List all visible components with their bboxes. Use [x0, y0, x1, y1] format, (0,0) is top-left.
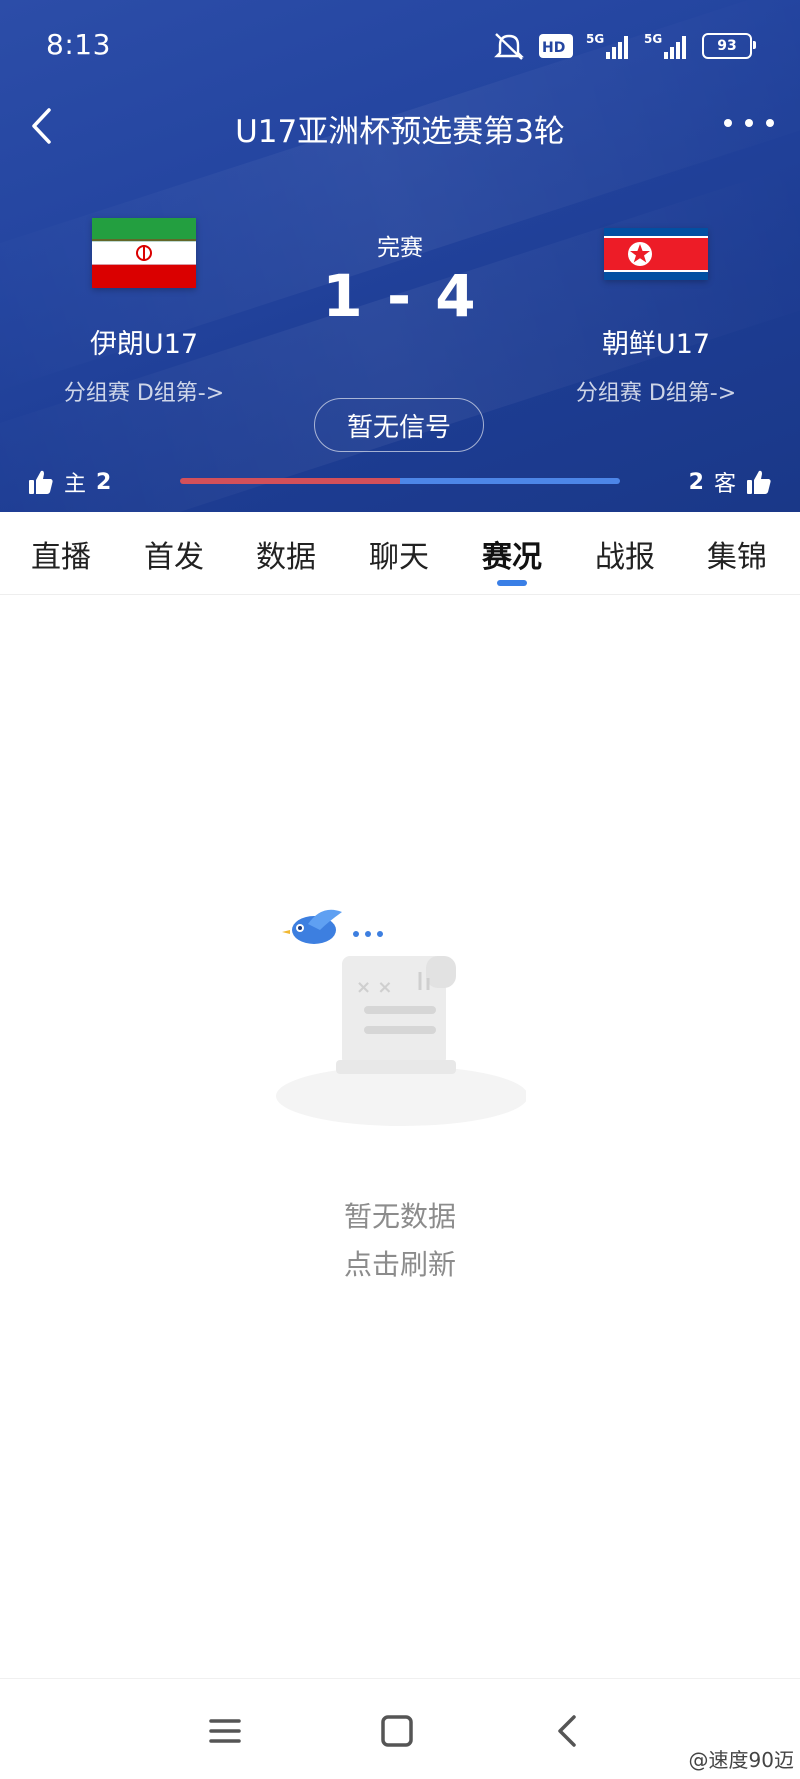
away-vote[interactable]: 2 客 [689, 466, 772, 498]
document-icon: × × [336, 956, 456, 1074]
match-score: 1 - 4 [322, 262, 478, 330]
mute-icon [494, 33, 524, 60]
svg-text:HD: HD [542, 40, 565, 56]
tab-stats[interactable]: 数据 [236, 532, 336, 576]
page-title: U17亚洲杯预选赛第3轮 [235, 114, 565, 150]
empty-state-illustration[interactable]: × × [276, 900, 526, 1130]
home-vote[interactable]: 主 2 [28, 466, 111, 498]
north-korea-flag-icon [604, 228, 708, 280]
tab-lineup[interactable]: 首发 [124, 532, 224, 576]
thumbs-up-icon [29, 470, 53, 494]
match-status: 完赛 [377, 235, 423, 261]
active-tab-indicator [497, 580, 527, 586]
away-team-name[interactable]: 朝鲜U17 [556, 322, 756, 361]
tab-live[interactable]: 直播 [11, 532, 111, 576]
nav-bar: U17亚洲杯预选赛第3轮 [0, 96, 800, 156]
more-icon[interactable] [724, 108, 774, 138]
bird-icon [282, 909, 342, 944]
empty-state-message: 暂无数据 [343, 1200, 456, 1233]
refresh-link[interactable]: 点击刷新 [0, 1243, 800, 1283]
no-signal-button[interactable]: 暂无信号 [314, 398, 484, 452]
signal-icon: 5G [586, 32, 628, 59]
home-vote-count: 2 [96, 469, 112, 495]
tab-report[interactable]: 战报 [575, 532, 675, 576]
away-vote-count: 2 [688, 469, 704, 495]
status-time: 8:13 [46, 28, 111, 61]
home-vote-label: 主 [64, 472, 87, 497]
home-vote-fill [180, 478, 400, 484]
back-chevron-icon[interactable] [548, 1711, 588, 1751]
vote-ratio-bar [180, 478, 620, 484]
home-square-icon[interactable] [377, 1711, 417, 1751]
watermark: @速度90迈 [688, 1748, 794, 1772]
svg-text:× ×: × × [356, 977, 392, 998]
tab-chat[interactable]: 聊天 [349, 532, 449, 576]
status-bar: 8:13 HD 5G 5G 93 [0, 0, 800, 90]
tab-highlights[interactable]: 集锦 [687, 532, 787, 576]
system-navigation-bar: @速度90迈 [0, 1678, 800, 1779]
svg-text:5G: 5G [586, 32, 604, 46]
match-header: 8:13 HD 5G 5G 93 U17亚洲杯预选赛第3轮 伊朗U17 朝鲜U1… [0, 0, 800, 512]
away-team-group-link[interactable]: 分组赛 D组第-> [556, 375, 756, 407]
away-vote-fill [400, 478, 620, 484]
tab-bar: 直播 首发 数据 聊天 赛况 战报 集锦 [0, 512, 800, 595]
tab-match-events[interactable]: 赛况 [462, 532, 562, 576]
hd-icon: HD [539, 34, 573, 58]
iran-flag-icon [92, 218, 196, 288]
thumbs-up-icon [747, 470, 771, 494]
svg-text:5G: 5G [644, 32, 662, 46]
home-team-name[interactable]: 伊朗U17 [44, 322, 244, 361]
battery-icon: 93 [702, 33, 756, 59]
signal-icon: 5G [644, 32, 686, 59]
home-team-group-link[interactable]: 分组赛 D组第-> [44, 375, 244, 407]
away-vote-label: 客 [713, 472, 736, 497]
menu-icon[interactable] [205, 1711, 245, 1751]
